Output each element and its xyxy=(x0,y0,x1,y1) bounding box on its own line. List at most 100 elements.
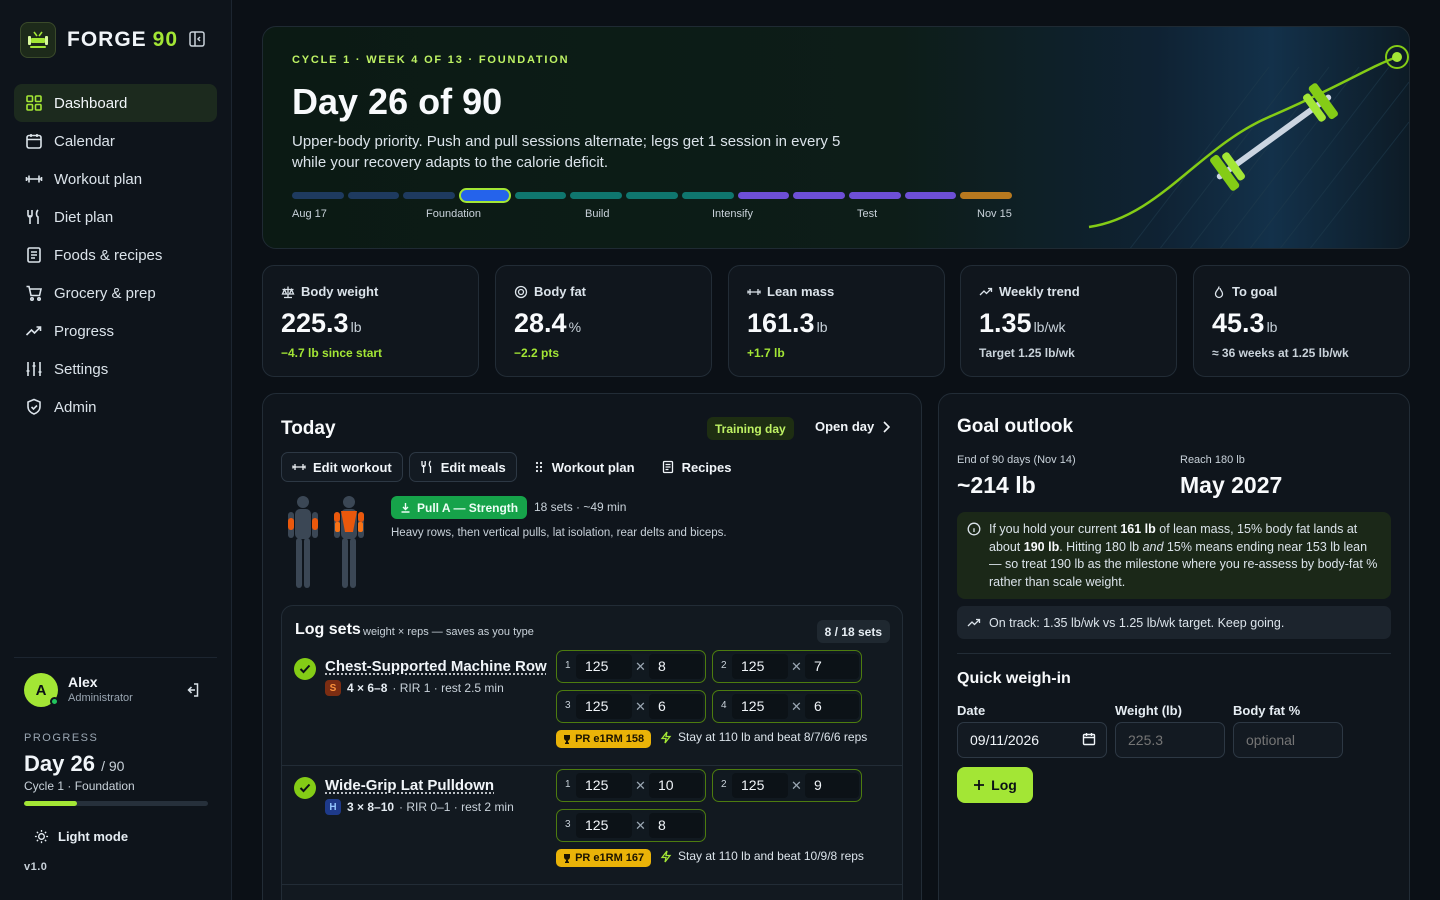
stat-subtext: ≈ 36 weeks at 1.25 lb/wk xyxy=(1212,346,1349,360)
progress-bar xyxy=(24,801,208,806)
edit-meals-button[interactable]: Edit meals xyxy=(408,452,517,482)
stat-value: 1.35 lb/wk xyxy=(979,308,1066,338)
sidebar-item-dashboard[interactable]: Dashboard xyxy=(14,84,217,122)
sidebar-item-workout-plan[interactable]: Workout plan xyxy=(14,160,217,198)
sidebar-item-settings[interactable]: Settings xyxy=(14,350,217,388)
book-icon xyxy=(27,247,41,263)
weight-input[interactable]: 125 xyxy=(576,813,632,838)
times-icon: ✕ xyxy=(635,818,646,833)
timeline-week-4 xyxy=(459,188,511,203)
log-sets-panel: Log sets weight × reps — saves as you ty… xyxy=(281,605,903,900)
sidebar-item-grocery-prep[interactable]: Grocery & prep xyxy=(14,274,217,312)
timeline-end-label: Nov 15 xyxy=(977,208,1012,220)
exercise-meta: S 4 × 6–8 · RIR 1 · rest 2.5 min xyxy=(325,680,504,696)
divider xyxy=(957,653,1391,654)
trophy-icon xyxy=(564,735,570,744)
weight-input[interactable] xyxy=(1115,722,1225,758)
collapse-sidebar-icon[interactable] xyxy=(188,30,208,50)
exercise-meta: H 3 × 8–10 · RIR 0–1 · rest 2 min xyxy=(325,799,514,815)
progress-label: PROGRESS xyxy=(24,732,99,744)
edit-workout-button[interactable]: Edit workout xyxy=(281,452,403,482)
today-title: Today xyxy=(281,418,336,439)
check-icon[interactable] xyxy=(294,777,316,799)
weight-input[interactable]: 125 xyxy=(576,654,632,679)
scale-icon xyxy=(281,286,295,298)
plus-icon xyxy=(974,780,985,790)
avatar[interactable]: A xyxy=(24,673,59,707)
stat-subtext: −4.7 lb since start xyxy=(281,346,383,360)
exercise-name[interactable]: Wide-Grip Lat Pulldown xyxy=(325,777,494,794)
log-sets-title: Log sets xyxy=(295,621,361,638)
stat-value: 161.3 lb xyxy=(747,308,828,338)
workout-plan-button[interactable]: Workout plan xyxy=(523,452,645,482)
sidebar-item-label: Calendar xyxy=(54,132,115,150)
date-label: Date xyxy=(957,703,986,718)
sidebar-item-calendar[interactable]: Calendar xyxy=(14,122,217,160)
cycle-hero: CYCLE 1 · WEEK 4 OF 13 · FOUNDATION Day … xyxy=(262,26,1410,249)
reps-input[interactable]: 6 xyxy=(805,694,859,719)
reps-input[interactable]: 7 xyxy=(805,654,859,679)
set-input-3: 3 125 ✕ 6 xyxy=(556,690,706,723)
cycle-progress: PROGRESS Day 26 / 90 Cycle 1 · Foundatio… xyxy=(24,732,208,806)
weight-input[interactable]: 125 xyxy=(732,654,788,679)
timeline-week-2 xyxy=(347,192,400,199)
reps-input[interactable]: 6 xyxy=(649,694,703,719)
brand-name: FORGE 90 xyxy=(67,28,179,51)
sidebar-item-label: Admin xyxy=(54,398,97,416)
light-mode-toggle[interactable]: Light mode xyxy=(34,829,128,844)
times-icon: ✕ xyxy=(791,778,802,793)
brand[interactable]: FORGE 90 xyxy=(20,22,178,58)
stat-value: 45.3 lb xyxy=(1212,308,1278,338)
date-field[interactable]: 09/11/2026 xyxy=(957,722,1107,758)
weight-input[interactable]: 125 xyxy=(576,694,632,719)
stat-subtext: −2.2 pts xyxy=(514,346,560,360)
progress-day: Day 26 / 90 xyxy=(24,751,125,776)
progression-note: Stay at 110 lb and beat 8/7/6/6 reps xyxy=(660,730,867,744)
sidebar-item-admin[interactable]: Admin xyxy=(14,388,217,426)
stat-value: 225.3 lb xyxy=(281,308,362,338)
set-input-2: 2 125 ✕ 7 xyxy=(712,650,862,683)
target-icon xyxy=(514,285,528,298)
chevron-right-icon xyxy=(883,420,891,433)
exercise-name[interactable]: Chest-Supported Machine Row xyxy=(325,658,547,675)
online-status-dot xyxy=(50,697,59,706)
sidebar-item-diet-plan[interactable]: Diet plan xyxy=(14,198,217,236)
times-icon: ✕ xyxy=(635,699,646,714)
workout-chip[interactable]: Pull A — Strength xyxy=(391,496,528,519)
set-input-1: 1 125 ✕ 8 xyxy=(556,650,706,683)
reps-input[interactable]: 8 xyxy=(649,813,703,838)
stat-card-body-weight: Body weight 225.3 lb −4.7 lb since start xyxy=(262,265,479,377)
timeline-label-build: Build xyxy=(585,208,610,220)
reps-input[interactable]: 10 xyxy=(649,773,703,798)
timeline-week-7 xyxy=(626,192,678,199)
cycle-timeline xyxy=(292,188,1012,203)
weight-input[interactable]: 125 xyxy=(732,773,788,798)
sidebar-item-foods-recipes[interactable]: Foods & recipes xyxy=(14,236,217,274)
sidebar-item-label: Progress xyxy=(54,322,115,340)
reps-input[interactable]: 9 xyxy=(805,773,859,798)
times-icon: ✕ xyxy=(791,659,802,674)
logout-icon[interactable] xyxy=(184,682,200,698)
open-day-link[interactable]: Open day xyxy=(815,419,891,434)
stat-card-body-fat: Body fat 28.4% −2.2 pts xyxy=(495,265,712,377)
recipes-button[interactable]: Recipes xyxy=(651,452,742,482)
set-input-4: 4 125 ✕ 6 xyxy=(712,690,862,723)
reps-input[interactable]: 8 xyxy=(649,654,703,679)
sidebar-item-progress[interactable]: Progress xyxy=(14,312,217,350)
barbell-logo-icon xyxy=(20,22,56,58)
check-icon[interactable] xyxy=(294,658,316,680)
timeline-week-6 xyxy=(570,192,623,199)
weight-input[interactable]: 125 xyxy=(732,694,788,719)
shield-icon xyxy=(27,398,41,415)
goal-reach-value: May 2027 xyxy=(1180,472,1283,498)
hero-description: Upper-body priority. Push and pull sessi… xyxy=(292,133,841,171)
calendar-icon[interactable] xyxy=(1082,732,1096,746)
on-track-message: On track: 1.35 lb/wk vs 1.25 lb/wk targe… xyxy=(957,606,1391,639)
info-icon xyxy=(967,522,981,536)
log-weigh-in-button[interactable]: Log xyxy=(957,767,1033,803)
timeline-week-11 xyxy=(848,192,901,199)
weight-input[interactable]: 125 xyxy=(576,773,632,798)
today-panel: Today Training day Open day Edit workout… xyxy=(262,393,922,900)
body-fat-input[interactable] xyxy=(1233,722,1343,758)
sets-count-badge: 8 / 18 sets xyxy=(816,620,890,643)
